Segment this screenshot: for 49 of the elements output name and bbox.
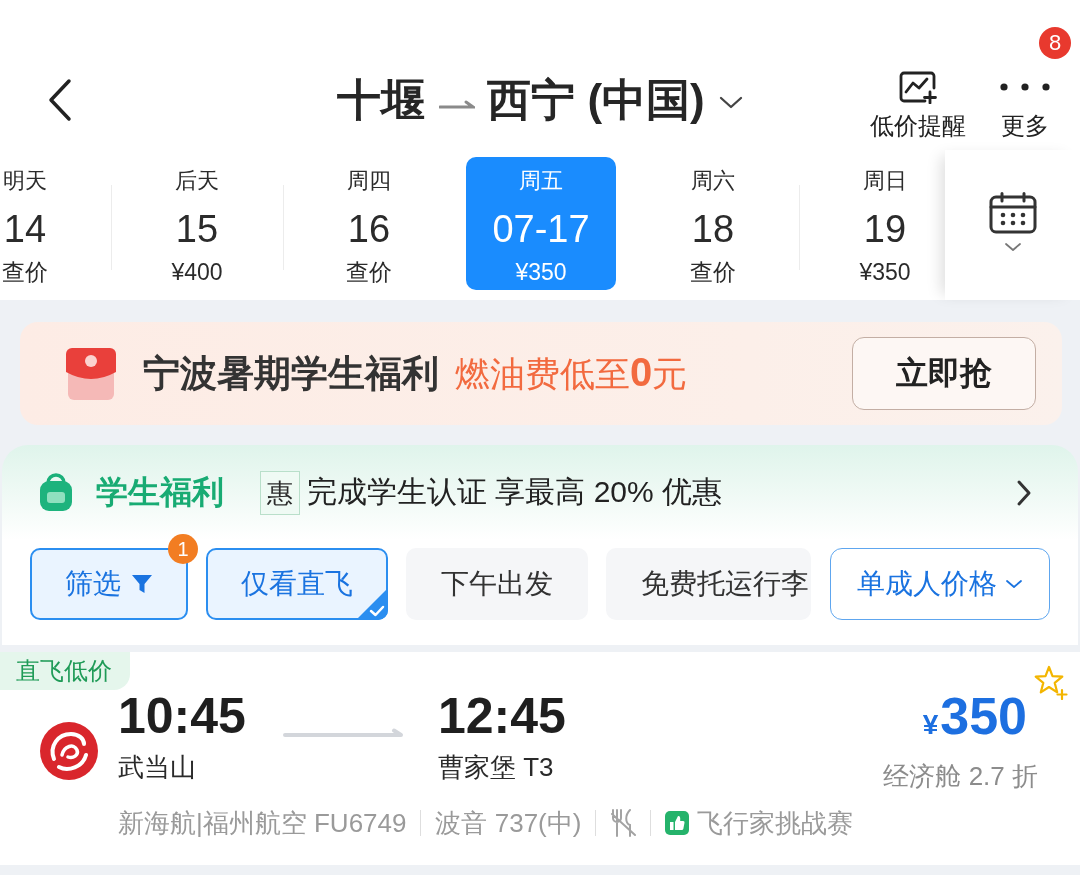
price-alert-button[interactable]: 低价提醒	[870, 70, 966, 140]
promo-highlight: 燃油费低至0元	[455, 349, 688, 396]
more-icon	[1000, 83, 1050, 91]
crossed-utensils-icon	[610, 808, 637, 838]
back-icon[interactable]	[46, 78, 74, 122]
arrival-airport: 曹家堡 T3	[438, 751, 554, 783]
route-line-icon	[283, 728, 405, 738]
promo-banner[interactable]: 宁波暑期学生福利 燃油费低至0元 立即抢	[20, 322, 1062, 425]
notification-badge: 8	[1039, 27, 1071, 59]
date-tab[interactable]: 明天 14 查价	[0, 157, 100, 290]
more-button[interactable]: 更多	[1000, 70, 1050, 140]
caret-icon	[1005, 579, 1023, 589]
thumbs-up-icon	[665, 811, 690, 835]
benefit-text: 完成学生认证 享最高 20% 优惠	[307, 474, 723, 510]
claim-button[interactable]: 立即抢	[852, 337, 1036, 410]
flight-detail: 新海航|福州航空 FU6749	[118, 806, 407, 840]
promo-title: 宁波暑期学生福利	[143, 351, 439, 396]
chevron-right-icon[interactable]	[1016, 478, 1032, 507]
count-badge: 1	[168, 534, 198, 564]
arrival-time: 12:45	[438, 690, 566, 742]
calendar-icon[interactable]	[988, 192, 1037, 234]
cabin-discount: 经济舱 2.7 折	[883, 760, 1038, 792]
departure-time: 10:45	[118, 690, 246, 742]
funnel-icon	[131, 573, 153, 595]
student-benefit-title: 学生福利	[96, 472, 224, 512]
check-corner-icon	[356, 588, 388, 620]
filter-chip[interactable]: 仅看直飞	[206, 548, 388, 620]
star-plus-icon[interactable]	[1032, 664, 1068, 700]
backpack-icon	[38, 472, 74, 513]
chart-plus-icon	[898, 70, 938, 104]
flight-tag: 直飞低价	[0, 652, 130, 690]
origin-city: 十堰	[337, 74, 426, 126]
airline-logo	[40, 722, 98, 780]
challenge-label: 飞行家挑战赛	[697, 806, 854, 840]
flight-card[interactable]: 直飞低价 10:45 武当山 12:45 曹家堡 T3 ¥350 经济舱 2.7 折 新海航|福州航空 FU6749 波音 737(中) 飞行家挑战赛	[0, 652, 1080, 865]
destination-city: 西宁 (中国)	[487, 74, 705, 126]
date-tab[interactable]: 周四 16 查价	[294, 157, 444, 290]
flight-price: ¥350	[922, 690, 1027, 747]
departure-airport: 武当山	[118, 751, 196, 783]
discount-tag: 惠	[260, 470, 300, 515]
filter-chip[interactable]: 免费托运行李	[606, 548, 811, 620]
date-tab[interactable]: 后天 15 ¥400	[122, 157, 272, 290]
date-tab[interactable]: 周日 19 ¥350	[810, 157, 945, 290]
caret-icon[interactable]	[718, 95, 743, 109]
price-type-dropdown[interactable]: 单成人价格	[830, 548, 1050, 620]
date-tab[interactable]: 周六 18 查价	[638, 157, 788, 290]
filter-chip[interactable]: 下午出发	[406, 548, 588, 620]
caret-icon	[1003, 242, 1022, 252]
flight-detail: 波音 737(中)	[435, 806, 582, 840]
